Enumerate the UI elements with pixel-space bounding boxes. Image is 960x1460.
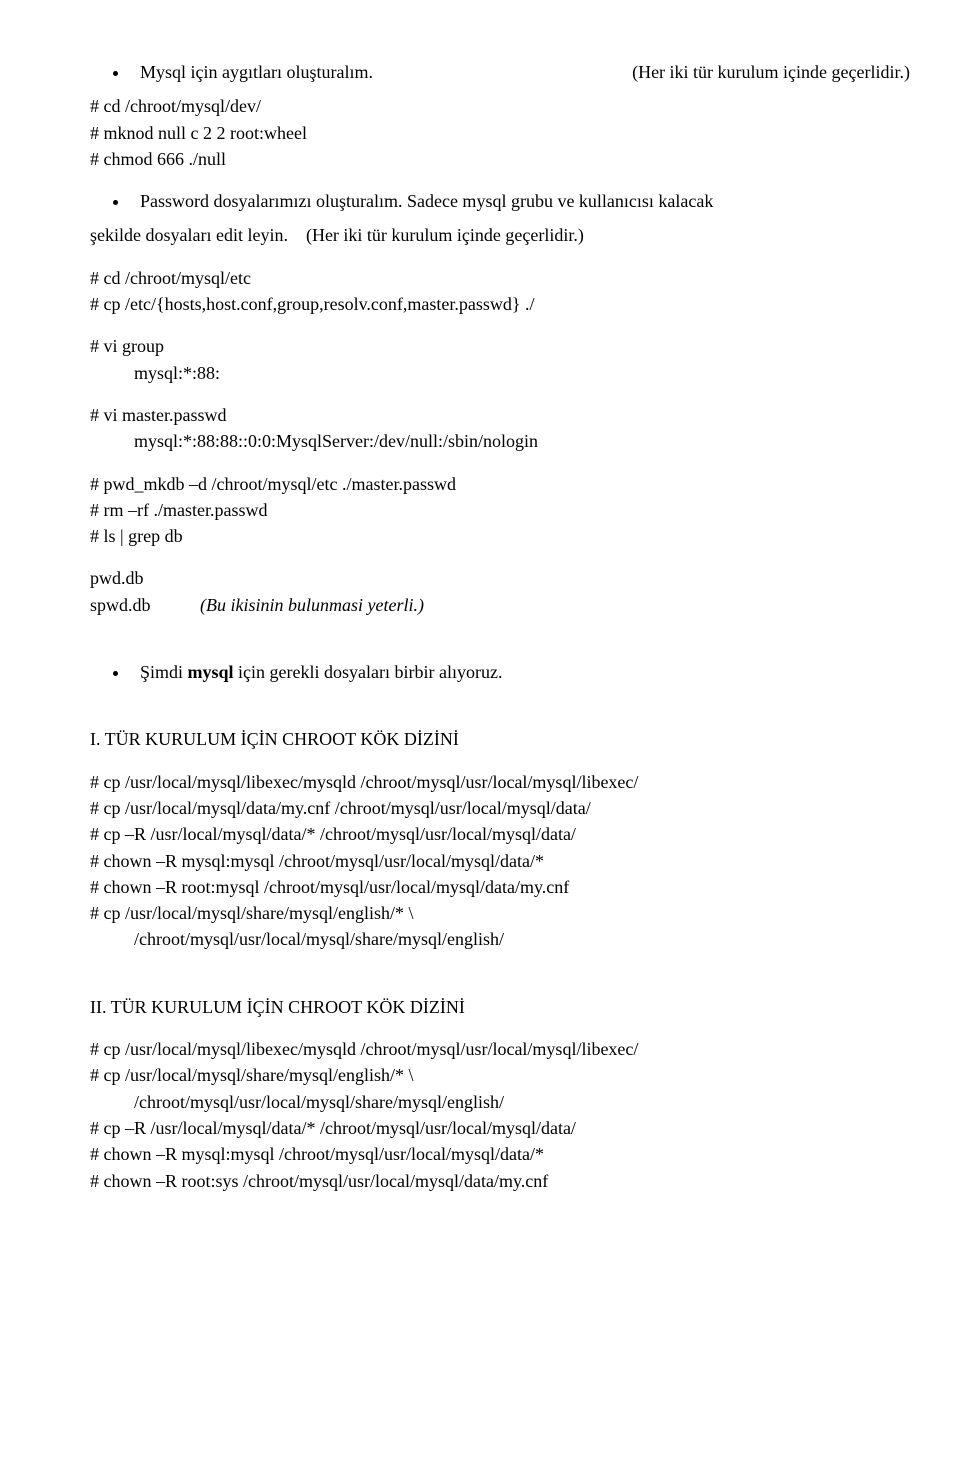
cmd-cont: /chroot/mysql/usr/local/mysql/share/mysq… xyxy=(90,927,920,951)
cmd: # cp /usr/local/mysql/data/my.cnf /chroo… xyxy=(90,796,920,820)
section-mysql-files: Şimdi mysql için gerekli dosyaları birbi… xyxy=(90,660,920,684)
cmd: # chown –R mysql:mysql /chroot/mysql/usr… xyxy=(90,849,920,873)
cmd: # cp –R /usr/local/mysql/data/* /chroot/… xyxy=(90,822,920,846)
heading: II. TÜR KURULUM İÇİN CHROOT KÖK DİZİNİ xyxy=(90,995,920,1019)
cmd: # cd /chroot/mysql/etc xyxy=(90,266,920,290)
cmd: # vi group xyxy=(90,334,920,358)
section-pwdmkdb: # pwd_mkdb –d /chroot/mysql/etc ./master… xyxy=(90,472,920,549)
section-dbfiles: pwd.db spwd.db (Bu ikisinin bulunmasi ye… xyxy=(90,566,920,617)
bullet-text-b: mysql xyxy=(188,662,234,682)
cmd: # cp /usr/local/mysql/libexec/mysqld /ch… xyxy=(90,770,920,794)
section-vi-group: # vi group mysql:*:88: xyxy=(90,334,920,385)
output-row: spwd.db (Bu ikisinin bulunmasi yeterli.) xyxy=(90,593,920,617)
output-note: (Bu ikisinin bulunmasi yeterli.) xyxy=(200,593,424,617)
cmd-cont: /chroot/mysql/usr/local/mysql/share/mysq… xyxy=(90,1090,920,1114)
bullet-mysql: Şimdi mysql için gerekli dosyaları birbi… xyxy=(130,660,920,684)
cmd: # cp /etc/{hosts,host.conf,group,resolv.… xyxy=(90,292,920,316)
output: pwd.db xyxy=(90,566,920,590)
section-chroot-1: I. TÜR KURULUM İÇİN CHROOT KÖK DİZİNİ # … xyxy=(90,727,920,951)
cmd: # rm –rf ./master.passwd xyxy=(90,498,920,522)
text: şekilde dosyaları edit leyin. (Her iki t… xyxy=(90,223,920,247)
section-password: Password dosyalarımızı oluşturalım. Sade… xyxy=(90,189,920,248)
cmd: # cp /usr/local/mysql/libexec/mysqld /ch… xyxy=(90,1037,920,1061)
cmd: # chown –R root:mysql /chroot/mysql/usr/… xyxy=(90,875,920,899)
bullet-text-a: Şimdi xyxy=(140,662,188,682)
output: spwd.db xyxy=(90,593,200,617)
bullet-text: Mysql için aygıtları oluşturalım. xyxy=(140,60,373,84)
bullet-password: Password dosyalarımızı oluşturalım. Sade… xyxy=(130,189,920,213)
cmd: # chown –R root:sys /chroot/mysql/usr/lo… xyxy=(90,1169,920,1193)
bullet-devices: Mysql için aygıtları oluşturalım. (Her i… xyxy=(130,60,920,84)
section-devices: Mysql için aygıtları oluşturalım. (Her i… xyxy=(90,60,920,171)
cmd: # chmod 666 ./null xyxy=(90,147,920,171)
bullet-text: Password dosyalarımızı oluşturalım. xyxy=(140,191,402,211)
cmd: # cp /usr/local/mysql/share/mysql/englis… xyxy=(90,901,920,925)
cmd: # chown –R mysql:mysql /chroot/mysql/usr… xyxy=(90,1142,920,1166)
bullet-note: (Her iki tür kurulum içinde geçerlidir.) xyxy=(632,60,910,84)
cmd: # ls | grep db xyxy=(90,524,920,548)
bullet-list-devices: Mysql için aygıtları oluşturalım. (Her i… xyxy=(90,60,920,84)
bullet-text-c: için gerekli dosyaları birbir alıyoruz. xyxy=(234,662,503,682)
file-content: mysql:*:88: xyxy=(90,361,920,385)
cmd: # mknod null c 2 2 root:wheel xyxy=(90,121,920,145)
file-content: mysql:*:88:88::0:0:MysqlServer:/dev/null… xyxy=(90,429,920,453)
section-vi-master: # vi master.passwd mysql:*:88:88::0:0:My… xyxy=(90,403,920,454)
cmd: # vi master.passwd xyxy=(90,403,920,427)
section-etc: # cd /chroot/mysql/etc # cp /etc/{hosts,… xyxy=(90,266,920,317)
bullet-cont: Sadece mysql grubu ve kullanıcısı kalaca… xyxy=(407,191,713,211)
heading: I. TÜR KURULUM İÇİN CHROOT KÖK DİZİNİ xyxy=(90,727,920,751)
bullet-list-mysql: Şimdi mysql için gerekli dosyaları birbi… xyxy=(90,660,920,684)
section-chroot-2: II. TÜR KURULUM İÇİN CHROOT KÖK DİZİNİ #… xyxy=(90,995,920,1193)
bullet-list-password: Password dosyalarımızı oluşturalım. Sade… xyxy=(90,189,920,213)
cmd: # cd /chroot/mysql/dev/ xyxy=(90,94,920,118)
cmd: # cp –R /usr/local/mysql/data/* /chroot/… xyxy=(90,1116,920,1140)
cmd: # pwd_mkdb –d /chroot/mysql/etc ./master… xyxy=(90,472,920,496)
cmd: # cp /usr/local/mysql/share/mysql/englis… xyxy=(90,1063,920,1087)
